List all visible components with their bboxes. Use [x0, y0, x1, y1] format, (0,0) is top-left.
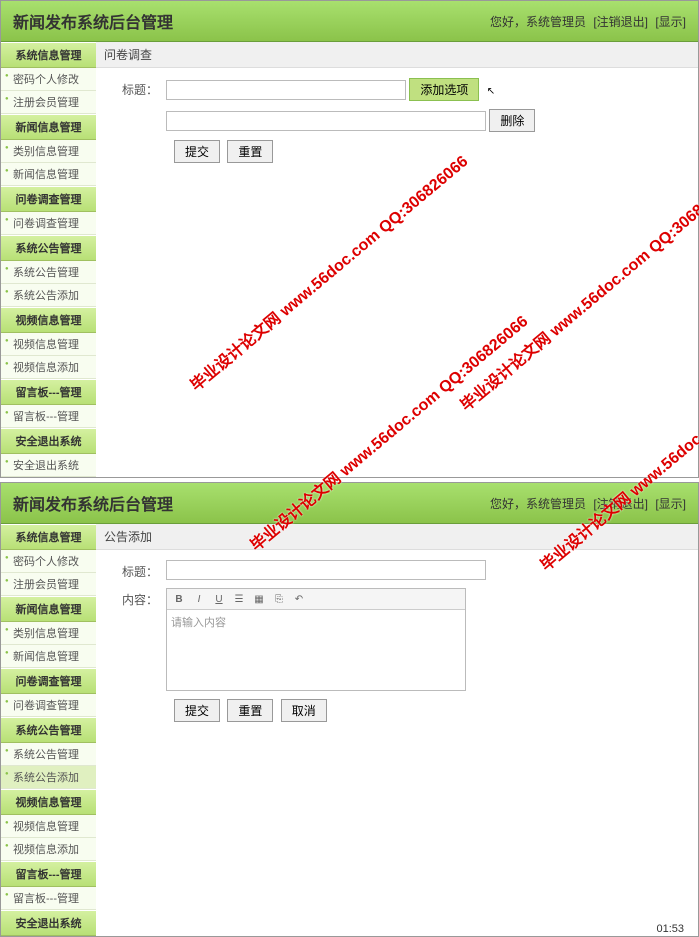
sidebar-item[interactable]: 密码个人修改 [1, 68, 96, 91]
sidebar-2: 系统信息管理密码个人修改注册会员管理新闻信息管理类别信息管理新闻信息管理问卷调查… [1, 524, 96, 936]
sidebar-item[interactable]: 留言板---管理 [1, 887, 96, 910]
sidebar-1: 系统信息管理密码个人修改注册会员管理新闻信息管理类别信息管理新闻信息管理问卷调查… [1, 42, 96, 477]
title-label: 标题： [116, 78, 166, 98]
show-link[interactable]: [显示] [655, 15, 686, 29]
add-option-button[interactable]: 添加选项 [409, 78, 479, 101]
sidebar-item[interactable]: 视频信息添加 [1, 356, 96, 379]
sidebar-item[interactable]: 注册会员管理 [1, 573, 96, 596]
sidebar-item[interactable]: 视频信息管理 [1, 333, 96, 356]
sidebar-item[interactable]: 类别信息管理 [1, 140, 96, 163]
content-title: 公告添加 [96, 524, 698, 550]
sidebar-item[interactable]: 问卷调查管理 [1, 212, 96, 235]
content-title: 问卷调查 [96, 42, 698, 68]
sidebar-category[interactable]: 系统公告管理 [1, 717, 96, 743]
content-area-1: 问卷调查 标题： 添加选项 ↖ 删除 [96, 42, 698, 477]
undo-icon[interactable]: ↶ [291, 591, 307, 607]
bold-icon[interactable]: B [171, 591, 187, 607]
sidebar-item[interactable]: 新闻信息管理 [1, 163, 96, 186]
content-area-2: 公告添加 标题： 内容： B [96, 524, 698, 936]
rich-editor: B I U ☰ ▦ ⎘ ↶ 请输入内容 [166, 588, 466, 691]
sidebar-item[interactable]: 视频信息添加 [1, 838, 96, 861]
sidebar-category[interactable]: 安全退出系统 [1, 428, 96, 454]
header-right: 您好，系统管理员 [注销退出] [显示] [490, 495, 686, 512]
header-right: 您好，系统管理员 [注销退出] [显示] [490, 13, 686, 30]
cursor-icon: ↖ [487, 86, 495, 97]
sidebar-category[interactable]: 新闻信息管理 [1, 114, 96, 140]
italic-icon[interactable]: I [191, 591, 207, 607]
sidebar-category[interactable]: 系统公告管理 [1, 235, 96, 261]
greeting: 您好，系统管理员 [490, 15, 586, 29]
sidebar-item[interactable]: 留言板---管理 [1, 405, 96, 428]
logout-link[interactable]: [注销退出] [593, 497, 648, 511]
underline-icon[interactable]: U [211, 591, 227, 607]
sidebar-item[interactable]: 密码个人修改 [1, 550, 96, 573]
sidebar-item[interactable]: 注册会员管理 [1, 91, 96, 114]
sidebar-item[interactable]: 系统公告管理 [1, 743, 96, 766]
submit-button[interactable]: 提交 [174, 140, 220, 163]
sidebar-category[interactable]: 新闻信息管理 [1, 596, 96, 622]
reset-button[interactable]: 重置 [227, 699, 273, 722]
video-timestamp: 01:53 [656, 923, 684, 935]
sidebar-item[interactable]: 视频信息管理 [1, 815, 96, 838]
sidebar-category[interactable]: 视频信息管理 [1, 307, 96, 333]
sidebar-category[interactable]: 问卷调查管理 [1, 668, 96, 694]
content-label: 内容： [116, 588, 166, 608]
sidebar-category[interactable]: 留言板---管理 [1, 379, 96, 405]
title-label: 标题： [116, 560, 166, 580]
sidebar-item[interactable]: 系统公告添加 [1, 766, 96, 789]
sidebar-item[interactable]: 安全退出系统 [1, 454, 96, 477]
sidebar-category[interactable]: 系统信息管理 [1, 42, 96, 68]
header: 新闻发布系统后台管理 您好，系统管理员 [注销退出] [显示] [1, 1, 698, 42]
reset-button[interactable]: 重置 [227, 140, 273, 163]
app-title: 新闻发布系统后台管理 [13, 9, 173, 33]
title-input[interactable] [166, 560, 486, 580]
logout-link[interactable]: [注销退出] [593, 15, 648, 29]
list-icon[interactable]: ☰ [231, 591, 247, 607]
cancel-button[interactable]: 取消 [281, 699, 327, 722]
link-icon[interactable]: ⎘ [271, 591, 287, 607]
sidebar-category[interactable]: 留言板---管理 [1, 861, 96, 887]
show-link[interactable]: [显示] [655, 497, 686, 511]
editor-body[interactable]: 请输入内容 [167, 610, 465, 690]
greeting: 您好，系统管理员 [490, 497, 586, 511]
submit-button[interactable]: 提交 [174, 699, 220, 722]
sidebar-category[interactable]: 问卷调查管理 [1, 186, 96, 212]
admin-panel-announce: 新闻发布系统后台管理 您好，系统管理员 [注销退出] [显示] 系统信息管理密码… [0, 482, 699, 937]
sidebar-item[interactable]: 系统公告管理 [1, 261, 96, 284]
sidebar-item[interactable]: 问卷调查管理 [1, 694, 96, 717]
option-input[interactable] [166, 111, 486, 131]
editor-toolbar: B I U ☰ ▦ ⎘ ↶ [167, 589, 465, 610]
title-input[interactable] [166, 80, 406, 100]
delete-button[interactable]: 删除 [489, 109, 535, 132]
sidebar-category[interactable]: 系统信息管理 [1, 524, 96, 550]
sidebar-item[interactable]: 类别信息管理 [1, 622, 96, 645]
image-icon[interactable]: ▦ [251, 591, 267, 607]
sidebar-category[interactable]: 安全退出系统 [1, 910, 96, 936]
app-title: 新闻发布系统后台管理 [13, 491, 173, 515]
header: 新闻发布系统后台管理 您好，系统管理员 [注销退出] [显示] [1, 483, 698, 524]
admin-panel-survey: 新闻发布系统后台管理 您好，系统管理员 [注销退出] [显示] 系统信息管理密码… [0, 0, 699, 478]
sidebar-category[interactable]: 视频信息管理 [1, 789, 96, 815]
sidebar-item[interactable]: 系统公告添加 [1, 284, 96, 307]
